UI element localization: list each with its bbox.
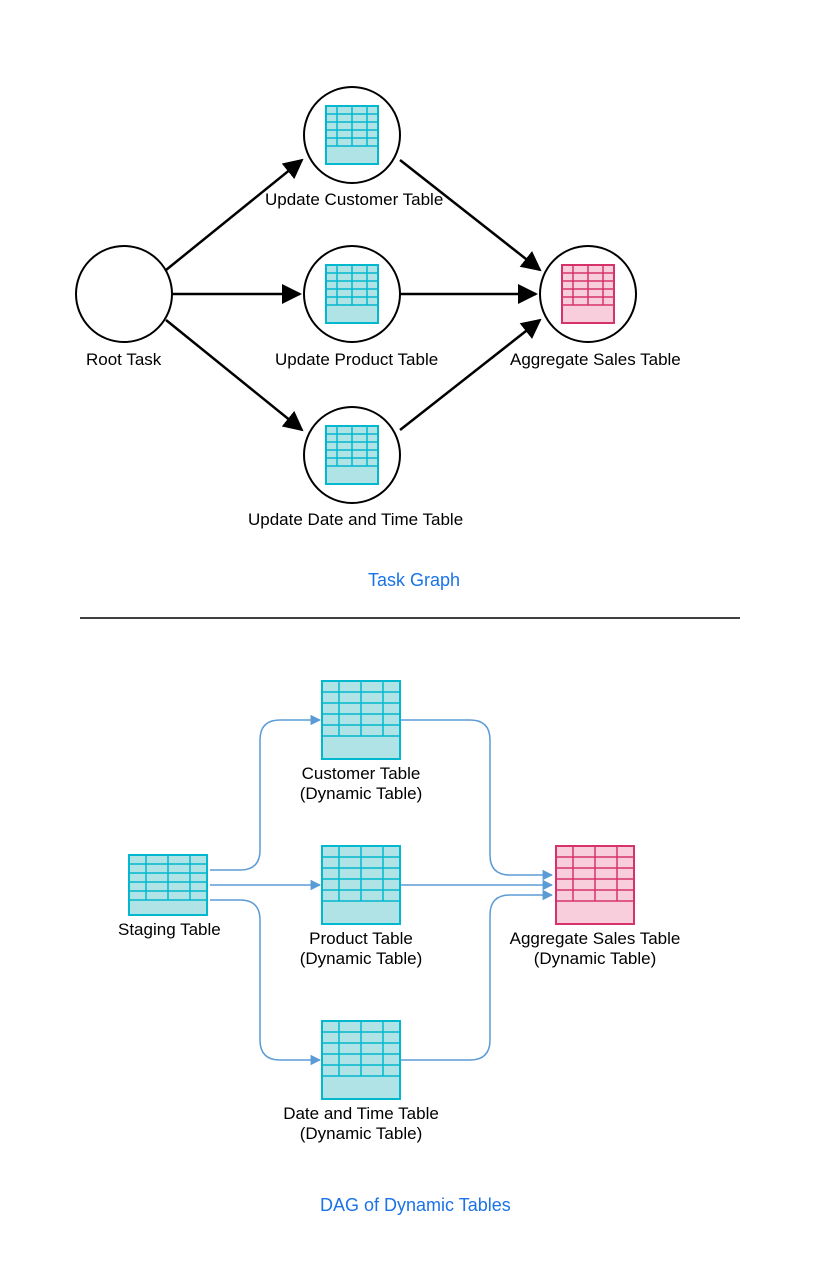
root-task-node [76,246,172,342]
edge-root-to-customer [166,160,302,270]
table-icon-pink [555,845,635,925]
root-task-label: Root Task [86,350,161,370]
update-customer-label: Update Customer Table [265,190,443,210]
aggregate-label: Aggregate Sales Table (Dynamic Table) [510,929,681,968]
table-icon-pink [561,264,615,324]
staging-label: Staging Table [118,920,221,940]
update-product-label: Update Product Table [275,350,438,370]
table-icon [128,854,208,916]
dag-title: DAG of Dynamic Tables [320,1195,511,1216]
datetime-label: Date and Time Table (Dynamic Table) [283,1104,439,1143]
task-graph-title: Task Graph [368,570,460,591]
edge-customer-to-aggregate-b [400,720,552,875]
table-icon [325,105,379,165]
table-icon [321,1020,401,1100]
update-datetime-label: Update Date and Time Table [248,510,463,530]
edge-datetime-to-aggregate-b [400,895,552,1060]
edge-root-to-datetime [166,320,302,430]
diagram-page: Root Task Update Customer Table Update P… [0,0,821,1265]
edge-staging-to-datetime [210,900,320,1060]
table-icon [325,264,379,324]
table-icon [321,845,401,925]
edge-datetime-to-aggregate [400,320,540,430]
product-label: Product Table (Dynamic Table) [300,929,423,968]
table-icon [325,425,379,485]
aggregate-sales-label: Aggregate Sales Table [510,350,681,370]
edge-customer-to-aggregate [400,160,540,270]
customer-label: Customer Table (Dynamic Table) [300,764,423,803]
table-icon [321,680,401,760]
